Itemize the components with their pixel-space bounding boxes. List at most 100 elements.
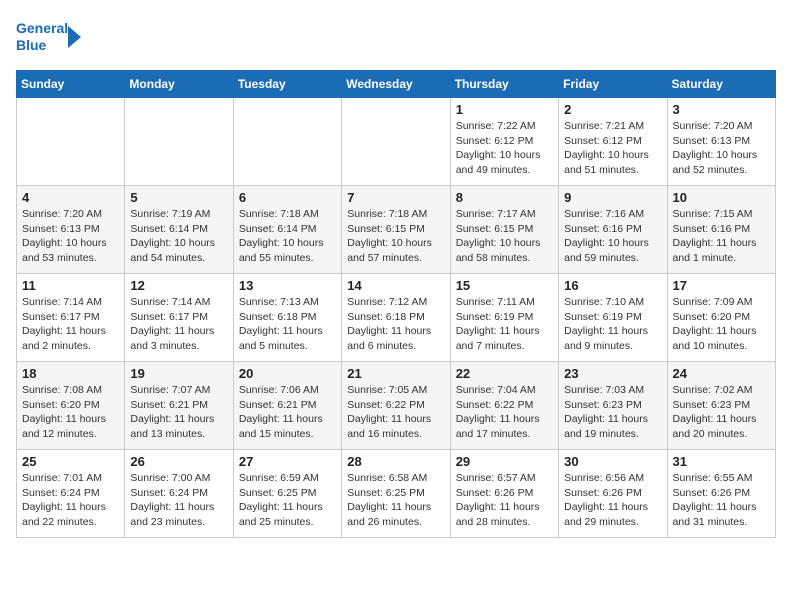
day-number: 16 [564,278,661,293]
day-number: 28 [347,454,444,469]
calendar-cell: 22 Sunrise: 7:04 AMSunset: 6:22 PMDayligh… [450,362,558,450]
calendar-cell: 27 Sunrise: 6:59 AMSunset: 6:25 PMDayligh… [233,450,341,538]
header-cell-saturday: Saturday [667,71,775,98]
calendar-cell: 16 Sunrise: 7:10 AMSunset: 6:19 PMDayligh… [559,274,667,362]
svg-text:Blue: Blue [16,37,47,53]
day-number: 20 [239,366,336,381]
day-number: 31 [673,454,770,469]
day-number: 11 [22,278,119,293]
day-info: Sunrise: 7:13 AMSunset: 6:18 PMDaylight:… [239,295,336,354]
calendar-week-5: 25Sunrise: 7:01 AMSunset: 6:24 PMDayligh… [17,450,776,538]
day-number: 27 [239,454,336,469]
day-info: Sunrise: 7:05 AMSunset: 6:22 PMDaylight:… [347,383,444,442]
calendar-cell: 26 Sunrise: 7:00 AMSunset: 6:24 PMDayligh… [125,450,233,538]
day-info: Sunrise: 7:08 AMSunset: 6:20 PMDaylight:… [22,383,119,442]
header-cell-wednesday: Wednesday [342,71,450,98]
header-row: SundayMondayTuesdayWednesdayThursdayFrid… [17,71,776,98]
calendar-table: SundayMondayTuesdayWednesdayThursdayFrid… [16,70,776,538]
day-number: 19 [130,366,227,381]
day-number: 13 [239,278,336,293]
day-info: Sunrise: 6:57 AMSunset: 6:26 PMDaylight:… [456,471,553,530]
logo-svg: GeneralBlue [16,16,86,58]
calendar-cell: 10 Sunrise: 7:15 AMSunset: 6:16 PMDayligh… [667,186,775,274]
day-info: Sunrise: 7:16 AMSunset: 6:16 PMDaylight:… [564,207,661,266]
calendar-cell: 12 Sunrise: 7:14 AMSunset: 6:17 PMDayligh… [125,274,233,362]
day-number: 22 [456,366,553,381]
day-info: Sunrise: 7:21 AMSunset: 6:12 PMDaylight:… [564,119,661,178]
day-info: Sunrise: 7:14 AMSunset: 6:17 PMDaylight:… [130,295,227,354]
calendar-cell: 1 Sunrise: 7:22 AMSunset: 6:12 PMDaylight… [450,98,558,186]
day-number: 26 [130,454,227,469]
calendar-cell: 5Sunrise: 7:19 AMSunset: 6:14 PMDaylight… [125,186,233,274]
calendar-cell: 4Sunrise: 7:20 AMSunset: 6:13 PMDaylight… [17,186,125,274]
calendar-cell: 6Sunrise: 7:18 AMSunset: 6:14 PMDaylight… [233,186,341,274]
calendar-cell: 13 Sunrise: 7:13 AMSunset: 6:18 PMDayligh… [233,274,341,362]
calendar-cell [233,98,341,186]
calendar-cell [342,98,450,186]
calendar-cell: 24 Sunrise: 7:02 AMSunset: 6:23 PMDayligh… [667,362,775,450]
header-cell-friday: Friday [559,71,667,98]
svg-text:General: General [16,20,68,36]
day-number: 12 [130,278,227,293]
calendar-cell: 21 Sunrise: 7:05 AMSunset: 6:22 PMDayligh… [342,362,450,450]
day-info: Sunrise: 7:17 AMSunset: 6:15 PMDaylight:… [456,207,553,266]
calendar-cell: 2Sunrise: 7:21 AMSunset: 6:12 PMDaylight… [559,98,667,186]
calendar-cell [125,98,233,186]
day-number: 14 [347,278,444,293]
calendar-cell: 31 Sunrise: 6:55 AMSunset: 6:26 PMDayligh… [667,450,775,538]
day-info: Sunrise: 7:02 AMSunset: 6:23 PMDaylight:… [673,383,770,442]
calendar-header: SundayMondayTuesdayWednesdayThursdayFrid… [17,71,776,98]
calendar-cell [17,98,125,186]
day-number: 8 [456,190,553,205]
day-number: 10 [673,190,770,205]
day-number: 15 [456,278,553,293]
day-number: 7 [347,190,444,205]
calendar-cell: 19 Sunrise: 7:07 AMSunset: 6:21 PMDayligh… [125,362,233,450]
day-number: 3 [673,102,770,117]
calendar-cell: 30Sunrise: 6:56 AMSunset: 6:26 PMDayligh… [559,450,667,538]
calendar-cell: 14 Sunrise: 7:12 AMSunset: 6:18 PMDayligh… [342,274,450,362]
calendar-cell: 17 Sunrise: 7:09 AMSunset: 6:20 PMDayligh… [667,274,775,362]
day-info: Sunrise: 7:18 AMSunset: 6:15 PMDaylight:… [347,207,444,266]
day-number: 25 [22,454,119,469]
day-info: Sunrise: 7:10 AMSunset: 6:19 PMDaylight:… [564,295,661,354]
day-info: Sunrise: 7:12 AMSunset: 6:18 PMDaylight:… [347,295,444,354]
day-info: Sunrise: 7:09 AMSunset: 6:20 PMDaylight:… [673,295,770,354]
header-cell-sunday: Sunday [17,71,125,98]
header-cell-monday: Monday [125,71,233,98]
day-info: Sunrise: 6:59 AMSunset: 6:25 PMDaylight:… [239,471,336,530]
page-header: GeneralBlue [16,16,776,58]
calendar-cell: 8 Sunrise: 7:17 AMSunset: 6:15 PMDaylight… [450,186,558,274]
day-info: Sunrise: 7:11 AMSunset: 6:19 PMDaylight:… [456,295,553,354]
calendar-cell: 25Sunrise: 7:01 AMSunset: 6:24 PMDayligh… [17,450,125,538]
day-number: 4 [22,190,119,205]
day-info: Sunrise: 7:15 AMSunset: 6:16 PMDaylight:… [673,207,770,266]
day-info: Sunrise: 7:19 AMSunset: 6:14 PMDaylight:… [130,207,227,266]
day-number: 24 [673,366,770,381]
calendar-cell: 29Sunrise: 6:57 AMSunset: 6:26 PMDayligh… [450,450,558,538]
day-number: 17 [673,278,770,293]
day-info: Sunrise: 6:55 AMSunset: 6:26 PMDaylight:… [673,471,770,530]
day-info: Sunrise: 7:22 AMSunset: 6:12 PMDaylight:… [456,119,553,178]
day-info: Sunrise: 7:07 AMSunset: 6:21 PMDaylight:… [130,383,227,442]
day-info: Sunrise: 7:06 AMSunset: 6:21 PMDaylight:… [239,383,336,442]
day-info: Sunrise: 6:56 AMSunset: 6:26 PMDaylight:… [564,471,661,530]
day-info: Sunrise: 6:58 AMSunset: 6:25 PMDaylight:… [347,471,444,530]
calendar-week-3: 11 Sunrise: 7:14 AMSunset: 6:17 PMDayligh… [17,274,776,362]
day-number: 18 [22,366,119,381]
day-info: Sunrise: 7:04 AMSunset: 6:22 PMDaylight:… [456,383,553,442]
day-info: Sunrise: 7:03 AMSunset: 6:23 PMDaylight:… [564,383,661,442]
day-info: Sunrise: 7:00 AMSunset: 6:24 PMDaylight:… [130,471,227,530]
day-info: Sunrise: 7:20 AMSunset: 6:13 PMDaylight:… [673,119,770,178]
calendar-cell: 15 Sunrise: 7:11 AMSunset: 6:19 PMDayligh… [450,274,558,362]
calendar-cell: 7 Sunrise: 7:18 AMSunset: 6:15 PMDaylight… [342,186,450,274]
calendar-cell: 20 Sunrise: 7:06 AMSunset: 6:21 PMDayligh… [233,362,341,450]
calendar-cell: 28 Sunrise: 6:58 AMSunset: 6:25 PMDayligh… [342,450,450,538]
day-number: 1 [456,102,553,117]
calendar-cell: 23Sunrise: 7:03 AMSunset: 6:23 PMDayligh… [559,362,667,450]
calendar-week-1: 1 Sunrise: 7:22 AMSunset: 6:12 PMDaylight… [17,98,776,186]
calendar-body: 1 Sunrise: 7:22 AMSunset: 6:12 PMDaylight… [17,98,776,538]
logo: GeneralBlue [16,16,86,58]
day-number: 21 [347,366,444,381]
calendar-cell: 11Sunrise: 7:14 AMSunset: 6:17 PMDayligh… [17,274,125,362]
